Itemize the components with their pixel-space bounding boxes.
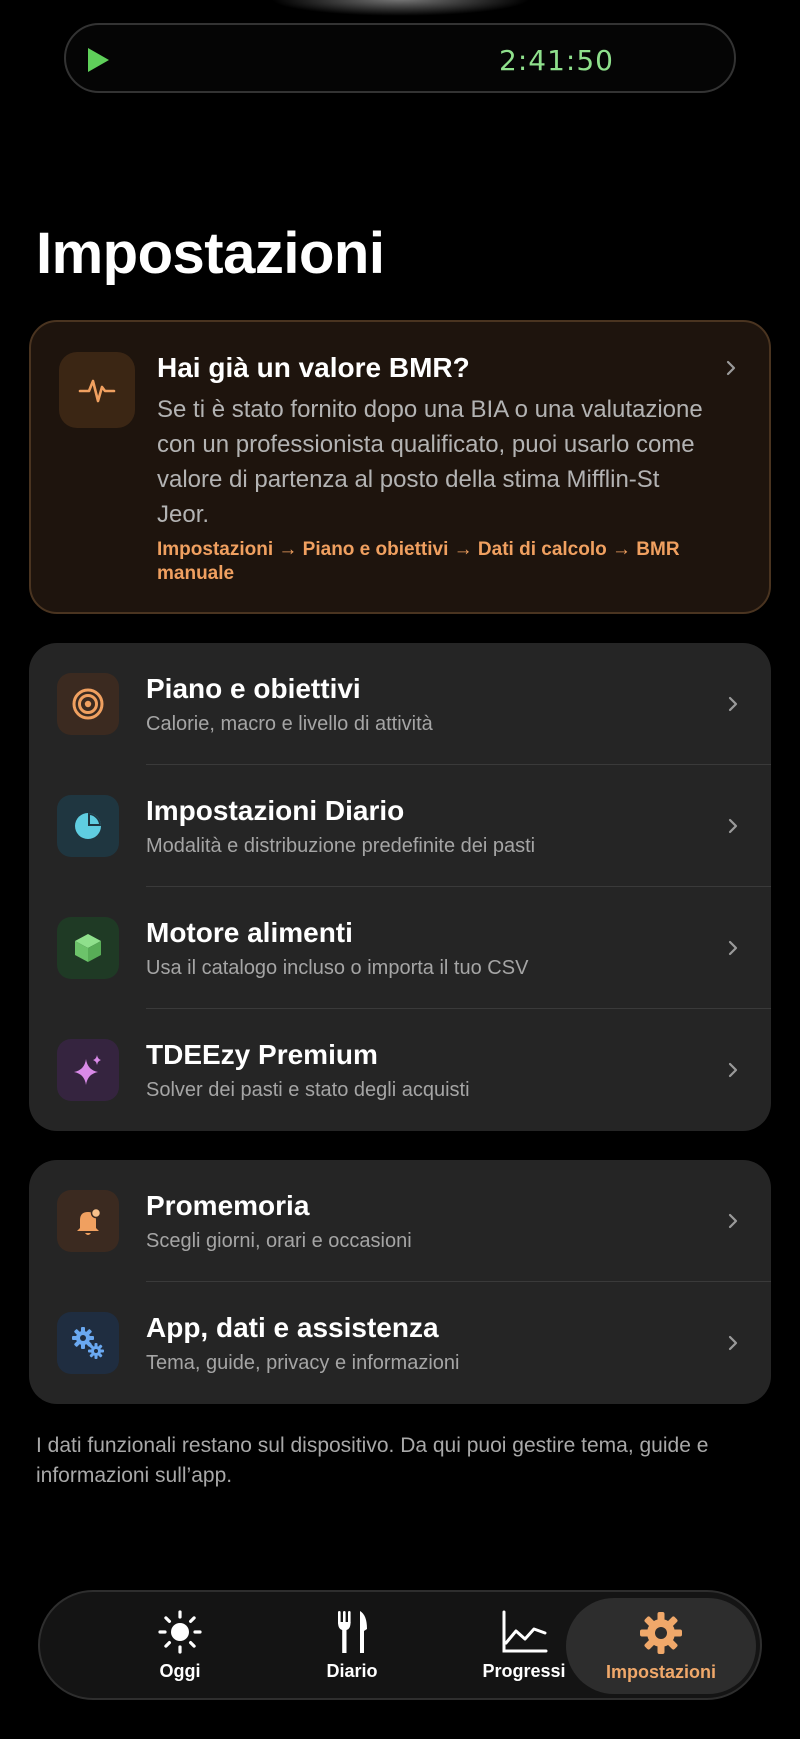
row-title: Motore alimenti bbox=[146, 917, 353, 948]
tab-label: Impostazioni bbox=[605, 1661, 716, 1682]
bmr-card-path: Impostazioni → Piano e obiettivi → Dati … bbox=[157, 539, 680, 584]
settings-row-premium[interactable]: TDEEzy Premium Solver dei pasti e stato … bbox=[29, 1009, 771, 1131]
bmr-card-heading: Hai già un valore BMR? bbox=[157, 352, 470, 383]
fork-knife-icon bbox=[338, 1610, 367, 1653]
sun-icon bbox=[158, 1609, 202, 1654]
pie-chart-icon bbox=[57, 795, 119, 857]
page-title: Impostazioni bbox=[36, 221, 385, 286]
gear-icon bbox=[640, 1611, 682, 1654]
gears-icon bbox=[57, 1312, 119, 1374]
line-chart-icon bbox=[502, 1610, 548, 1652]
dynamic-island-blur bbox=[270, 0, 530, 16]
chevron-right-icon bbox=[726, 360, 736, 376]
settings-group-main: Piano e obiettivi Calorie, macro e livel… bbox=[29, 643, 771, 1131]
tab-impostazioni[interactable]: Impostazioni bbox=[566, 1598, 756, 1694]
tab-oggi[interactable]: Oggi bbox=[94, 1592, 266, 1698]
sparkles-icon bbox=[57, 1039, 119, 1101]
row-subtitle: Modalità e distribuzione predefinite dei… bbox=[146, 835, 536, 857]
row-title: Piano e obiettivi bbox=[146, 673, 361, 704]
row-title: Impostazioni Diario bbox=[146, 795, 405, 826]
row-subtitle: Calorie, macro e livello di attività bbox=[146, 713, 433, 735]
footnote: I dati funzionali restano sul dispositiv… bbox=[36, 1434, 709, 1487]
tab-label: Oggi bbox=[159, 1660, 201, 1681]
row-subtitle: Tema, guide, privacy e informazioni bbox=[146, 1352, 460, 1374]
row-title: Promemoria bbox=[146, 1190, 310, 1221]
bmr-card-body: Se ti è stato fornito dopo una BIA o una… bbox=[157, 396, 703, 528]
chevron-right-icon bbox=[728, 696, 738, 712]
row-subtitle: Usa il catalogo incluso o importa il tuo… bbox=[146, 957, 529, 979]
settings-row-reminders[interactable]: Promemoria Scegli giorni, orari e occasi… bbox=[29, 1160, 771, 1282]
tab-label: Progressi bbox=[482, 1660, 566, 1681]
activity-timer: 2:41:50 bbox=[499, 44, 614, 77]
row-title: App, dati e assistenza bbox=[146, 1312, 439, 1343]
chevron-right-icon bbox=[728, 818, 738, 834]
settings-group-secondary: Promemoria Scegli giorni, orari e occasi… bbox=[29, 1160, 771, 1404]
bmr-info-card[interactable]: Hai già un valore BMR? Se ti è stato for… bbox=[29, 320, 771, 614]
live-activity-bar[interactable]: 2:41:50 bbox=[64, 23, 736, 93]
chevron-right-icon bbox=[728, 1213, 738, 1229]
row-subtitle: Scegli giorni, orari e occasioni bbox=[146, 1230, 412, 1252]
tab-diario[interactable]: Diario bbox=[266, 1592, 438, 1698]
settings-row-food-engine[interactable]: Motore alimenti Usa il catalogo incluso … bbox=[29, 887, 771, 1009]
cube-icon bbox=[57, 917, 119, 979]
chevron-right-icon bbox=[728, 940, 738, 956]
settings-row-app-data[interactable]: App, dati e assistenza Tema, guide, priv… bbox=[29, 1282, 771, 1404]
settings-row-diary[interactable]: Impostazioni Diario Modalità e distribuz… bbox=[29, 765, 771, 887]
row-subtitle: Solver dei pasti e stato degli acquisti bbox=[146, 1079, 470, 1101]
chevron-right-icon bbox=[728, 1062, 738, 1078]
settings-row-plan[interactable]: Piano e obiettivi Calorie, macro e livel… bbox=[29, 643, 771, 765]
tab-label: Diario bbox=[326, 1660, 378, 1681]
tab-bar: Oggi Diario Progressi Impostazioni bbox=[38, 1590, 762, 1700]
chevron-right-icon bbox=[728, 1335, 738, 1351]
play-icon[interactable] bbox=[82, 45, 112, 75]
heartbeat-icon bbox=[59, 352, 135, 428]
bell-icon bbox=[57, 1190, 119, 1252]
target-icon bbox=[57, 673, 119, 735]
row-title: TDEEzy Premium bbox=[146, 1039, 378, 1070]
